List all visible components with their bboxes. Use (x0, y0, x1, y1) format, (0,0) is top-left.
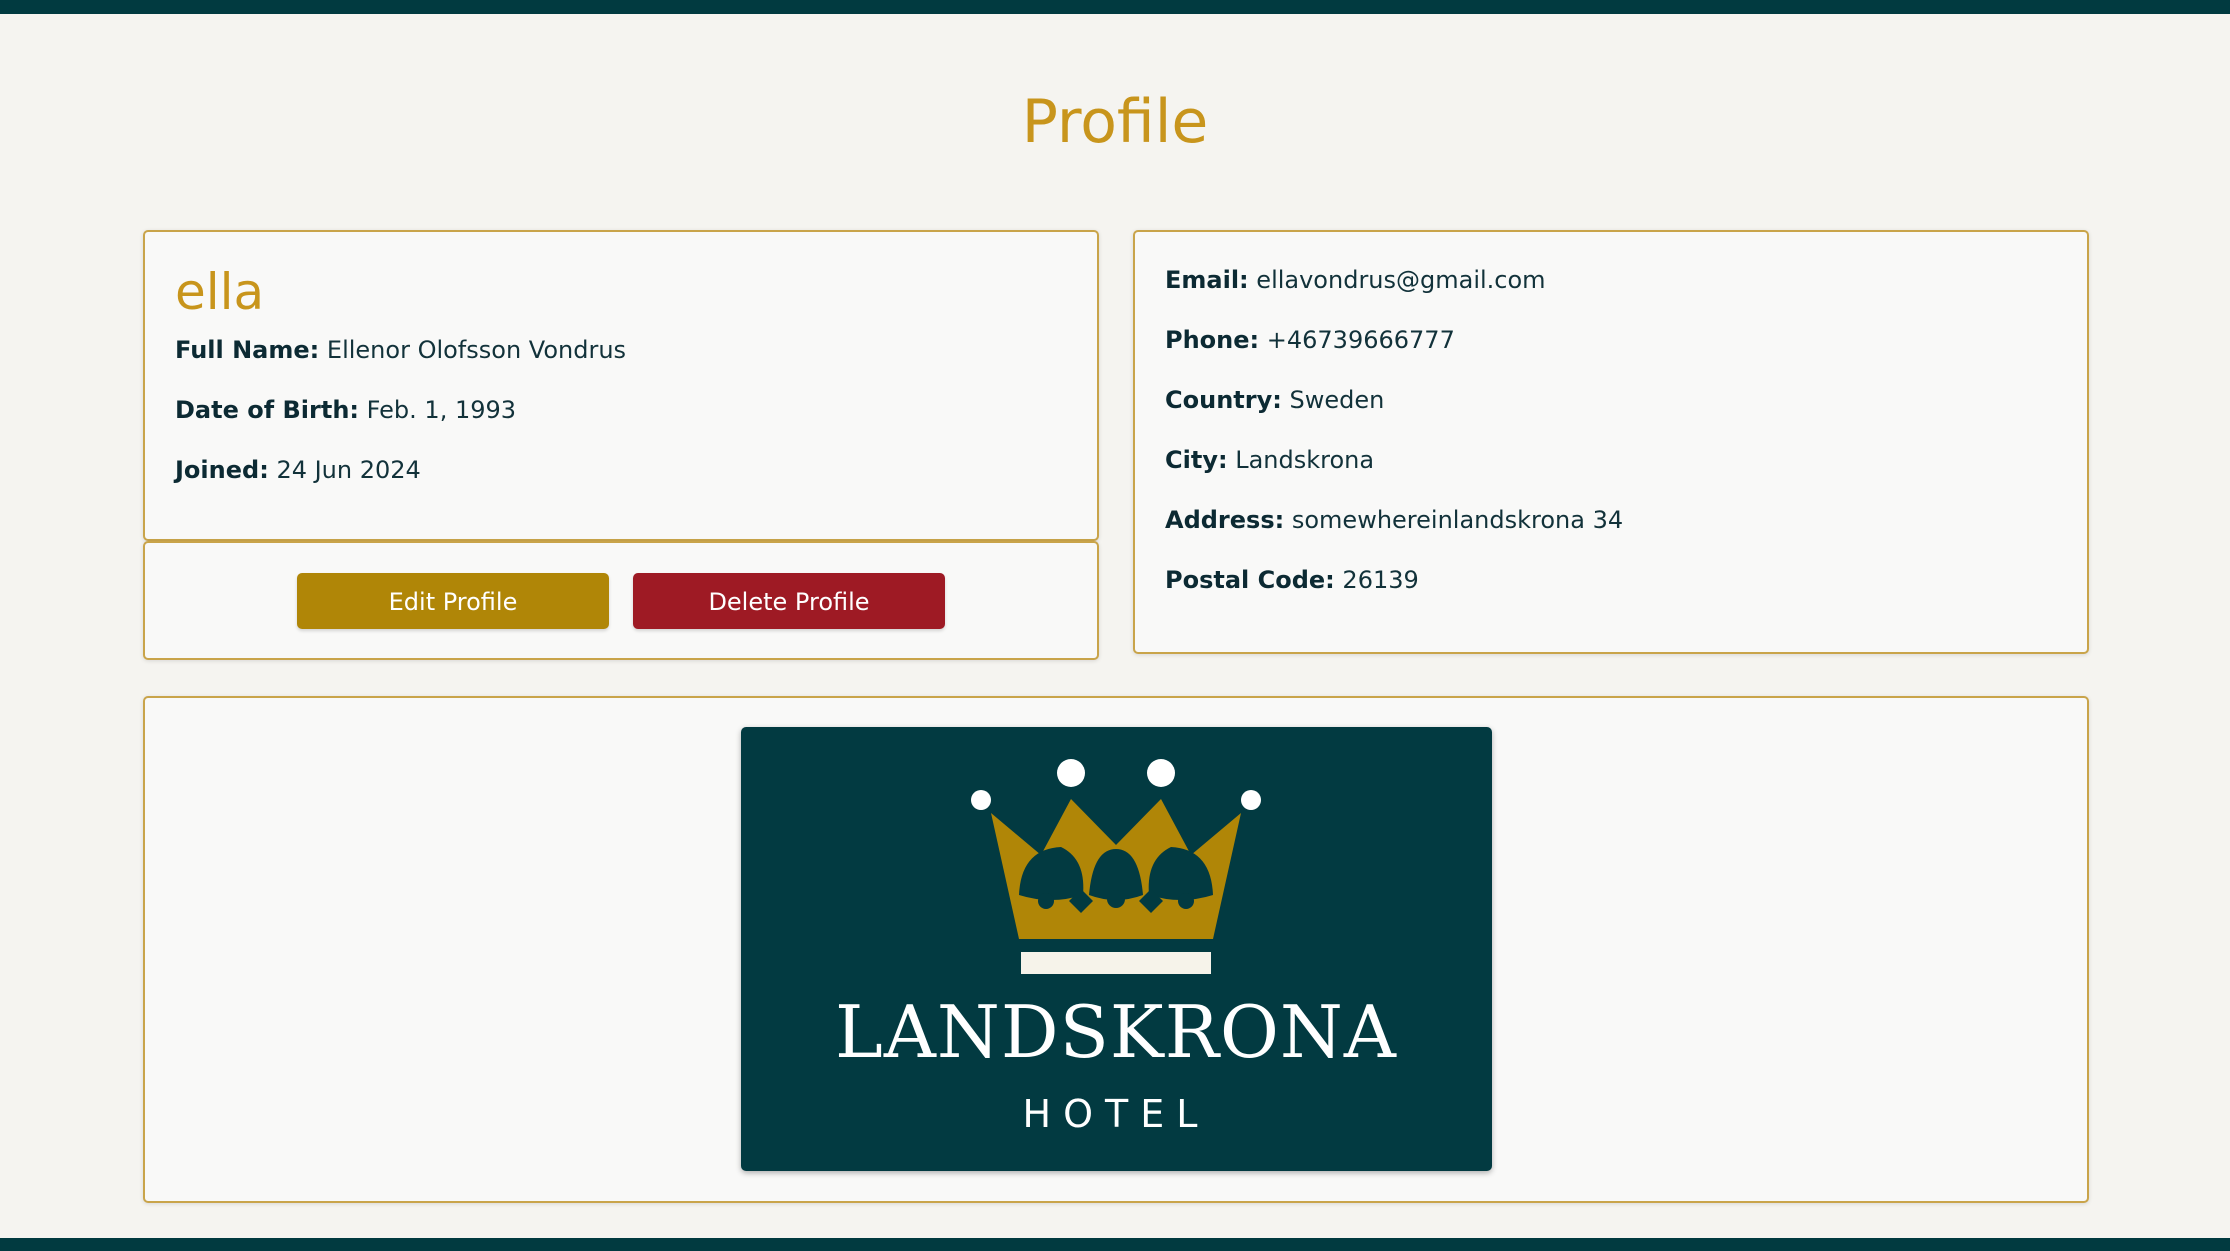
postal-code-label: Postal Code: (1165, 566, 1335, 594)
crown-icon: LANDSKRONA HOTEL (835, 759, 1397, 1136)
country-value: Sweden (1289, 386, 1385, 414)
username: ella (175, 263, 265, 321)
hotel-logo: LANDSKRONA HOTEL (741, 727, 1492, 1171)
address-label: Address: (1165, 506, 1285, 534)
email-value: ellavondrus@gmail.com (1256, 266, 1546, 294)
postal-code-row: Postal Code: 26139 (1165, 564, 1419, 596)
full-name-row: Full Name: Ellenor Olofsson Vondrus (175, 334, 626, 366)
country-label: Country: (1165, 386, 1282, 414)
top-bar (0, 0, 2230, 14)
full-name-label: Full Name: (175, 336, 320, 364)
hotel-logo-card: LANDSKRONA HOTEL (143, 696, 2089, 1203)
joined-row: Joined: 24 Jun 2024 (175, 454, 421, 486)
profile-actions-card: Edit Profile Delete Profile (143, 541, 1099, 660)
delete-profile-button[interactable]: Delete Profile (633, 573, 945, 629)
phone-label: Phone: (1165, 326, 1260, 354)
dob-row: Date of Birth: Feb. 1, 1993 (175, 394, 516, 426)
phone-row: Phone: +46739666777 (1165, 324, 1455, 356)
city-label: City: (1165, 446, 1228, 474)
logo-subtitle: HOTEL (1023, 1092, 1210, 1136)
city-value: Landskrona (1235, 446, 1375, 474)
postal-code-value: 26139 (1342, 566, 1419, 594)
email-row: Email: ellavondrus@gmail.com (1165, 264, 1546, 296)
full-name-value: Ellenor Olofsson Vondrus (326, 336, 627, 364)
phone-value: +46739666777 (1266, 326, 1455, 354)
city-row: City: Landskrona (1165, 444, 1374, 476)
logo-wordmark: LANDSKRONA (835, 990, 1397, 1074)
address-row: Address: somewhereinlandskrona 34 (1165, 504, 1623, 536)
edit-profile-button[interactable]: Edit Profile (297, 573, 609, 629)
page-title: Profile (1021, 87, 1209, 157)
country-row: Country: Sweden (1165, 384, 1384, 416)
dob-label: Date of Birth: (175, 396, 360, 424)
joined-value: 24 Jun 2024 (276, 456, 421, 484)
bottom-bar (0, 1238, 2230, 1251)
address-value: somewhereinlandskrona 34 (1291, 506, 1624, 534)
contact-info-card: Email: ellavondrus@gmail.com Phone: +467… (1133, 230, 2089, 654)
joined-label: Joined: (175, 456, 269, 484)
user-info-card: ella Full Name: Ellenor Olofsson Vondrus… (143, 230, 1099, 541)
email-label: Email: (1165, 266, 1249, 294)
dob-value: Feb. 1, 1993 (366, 396, 517, 424)
